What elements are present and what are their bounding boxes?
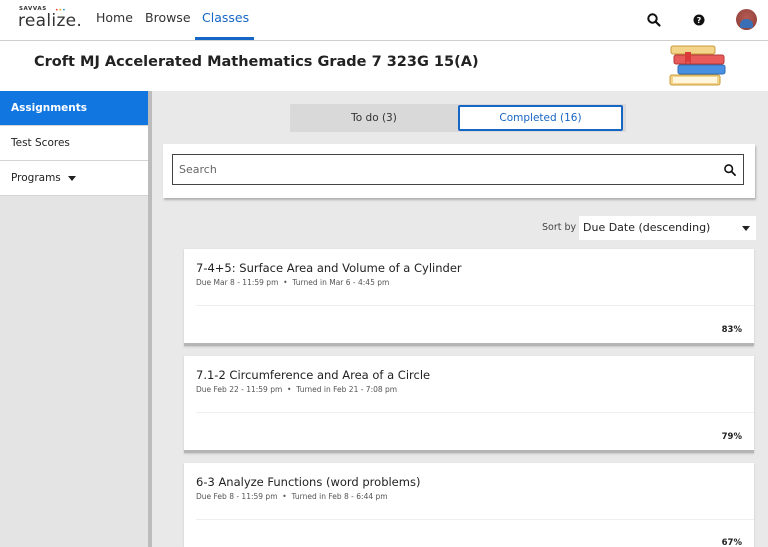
search-icon[interactable]: [646, 12, 662, 28]
due-date: Due Feb 8 - 11:59 pm: [196, 492, 278, 501]
chevron-down-icon: [742, 226, 750, 231]
tab-todo[interactable]: To do (3): [292, 105, 456, 131]
help-icon[interactable]: ?: [691, 12, 707, 28]
active-nav-indicator: [195, 37, 254, 40]
turned-in-date: Turned in Feb 8 - 6:44 pm: [291, 492, 388, 501]
sidebar-item-label: Test Scores: [11, 137, 70, 149]
nav-browse[interactable]: Browse: [145, 10, 191, 25]
card-divider: [196, 412, 754, 413]
sidebar-item-test-scores[interactable]: Test Scores: [0, 126, 148, 161]
sort-dropdown[interactable]: Due Date (descending): [579, 216, 756, 240]
search-icon[interactable]: [723, 163, 737, 177]
due-date: Due Mar 8 - 11:59 pm: [196, 278, 279, 287]
assignment-score: 79%: [721, 432, 742, 442]
assignment-card[interactable]: 6-3 Analyze Functions (word problems) Du…: [184, 463, 754, 547]
search-input[interactable]: [179, 155, 709, 184]
nav-classes[interactable]: Classes: [202, 10, 249, 25]
sidebar-item-label: Assignments: [11, 102, 88, 114]
sort-value: Due Date (descending): [583, 221, 711, 234]
top-navigation: SAVVAS ••• realize. Home Browse Classes …: [0, 0, 768, 41]
turned-in-date: Turned in Feb 21 - 7:08 pm: [296, 385, 398, 394]
assignment-meta: Due Mar 8 - 11:59 pm • Turned in Mar 6 -…: [196, 278, 390, 287]
card-divider: [196, 519, 754, 520]
sidebar-item-programs[interactable]: Programs: [0, 161, 148, 196]
nav-home[interactable]: Home: [96, 10, 133, 25]
card-divider: [196, 305, 754, 306]
sort-label: Sort by: [542, 222, 577, 233]
assignment-meta: Due Feb 8 - 11:59 pm • Turned in Feb 8 -…: [196, 492, 388, 501]
user-avatar[interactable]: [736, 9, 757, 30]
tab-completed[interactable]: Completed (16): [458, 105, 623, 131]
turned-in-date: Turned in Mar 6 - 4:45 pm: [292, 278, 390, 287]
due-date: Due Feb 22 - 11:59 pm: [196, 385, 283, 394]
sidebar-item-assignments[interactable]: Assignments: [0, 91, 148, 126]
class-title: Croft MJ Accelerated Mathematics Grade 7…: [34, 54, 479, 70]
sidebar: Assignments Test Scores Programs: [0, 91, 152, 547]
assignment-title[interactable]: 7.1-2 Circumference and Area of a Circle: [196, 368, 430, 382]
assignment-meta: Due Feb 22 - 11:59 pm • Turned in Feb 21…: [196, 385, 398, 394]
assignment-title[interactable]: 7-4+5: Surface Area and Volume of a Cyli…: [196, 261, 462, 275]
sidebar-item-label: Programs: [11, 172, 61, 184]
assignment-card[interactable]: 7.1-2 Circumference and Area of a Circle…: [184, 356, 754, 453]
assignment-card[interactable]: 7-4+5: Surface Area and Volume of a Cyli…: [184, 249, 754, 346]
logo-wordmark: realize.: [18, 11, 83, 31]
assignment-score: 83%: [721, 325, 742, 335]
books-illustration-icon: [669, 45, 726, 86]
assignment-title[interactable]: 6-3 Analyze Functions (word problems): [196, 475, 420, 489]
assignment-score: 67%: [721, 538, 742, 547]
svg-text:?: ?: [697, 16, 702, 25]
chevron-down-icon: [67, 175, 76, 181]
savvas-realize-logo[interactable]: SAVVAS ••• realize.: [18, 5, 82, 35]
search-field: [172, 154, 744, 185]
